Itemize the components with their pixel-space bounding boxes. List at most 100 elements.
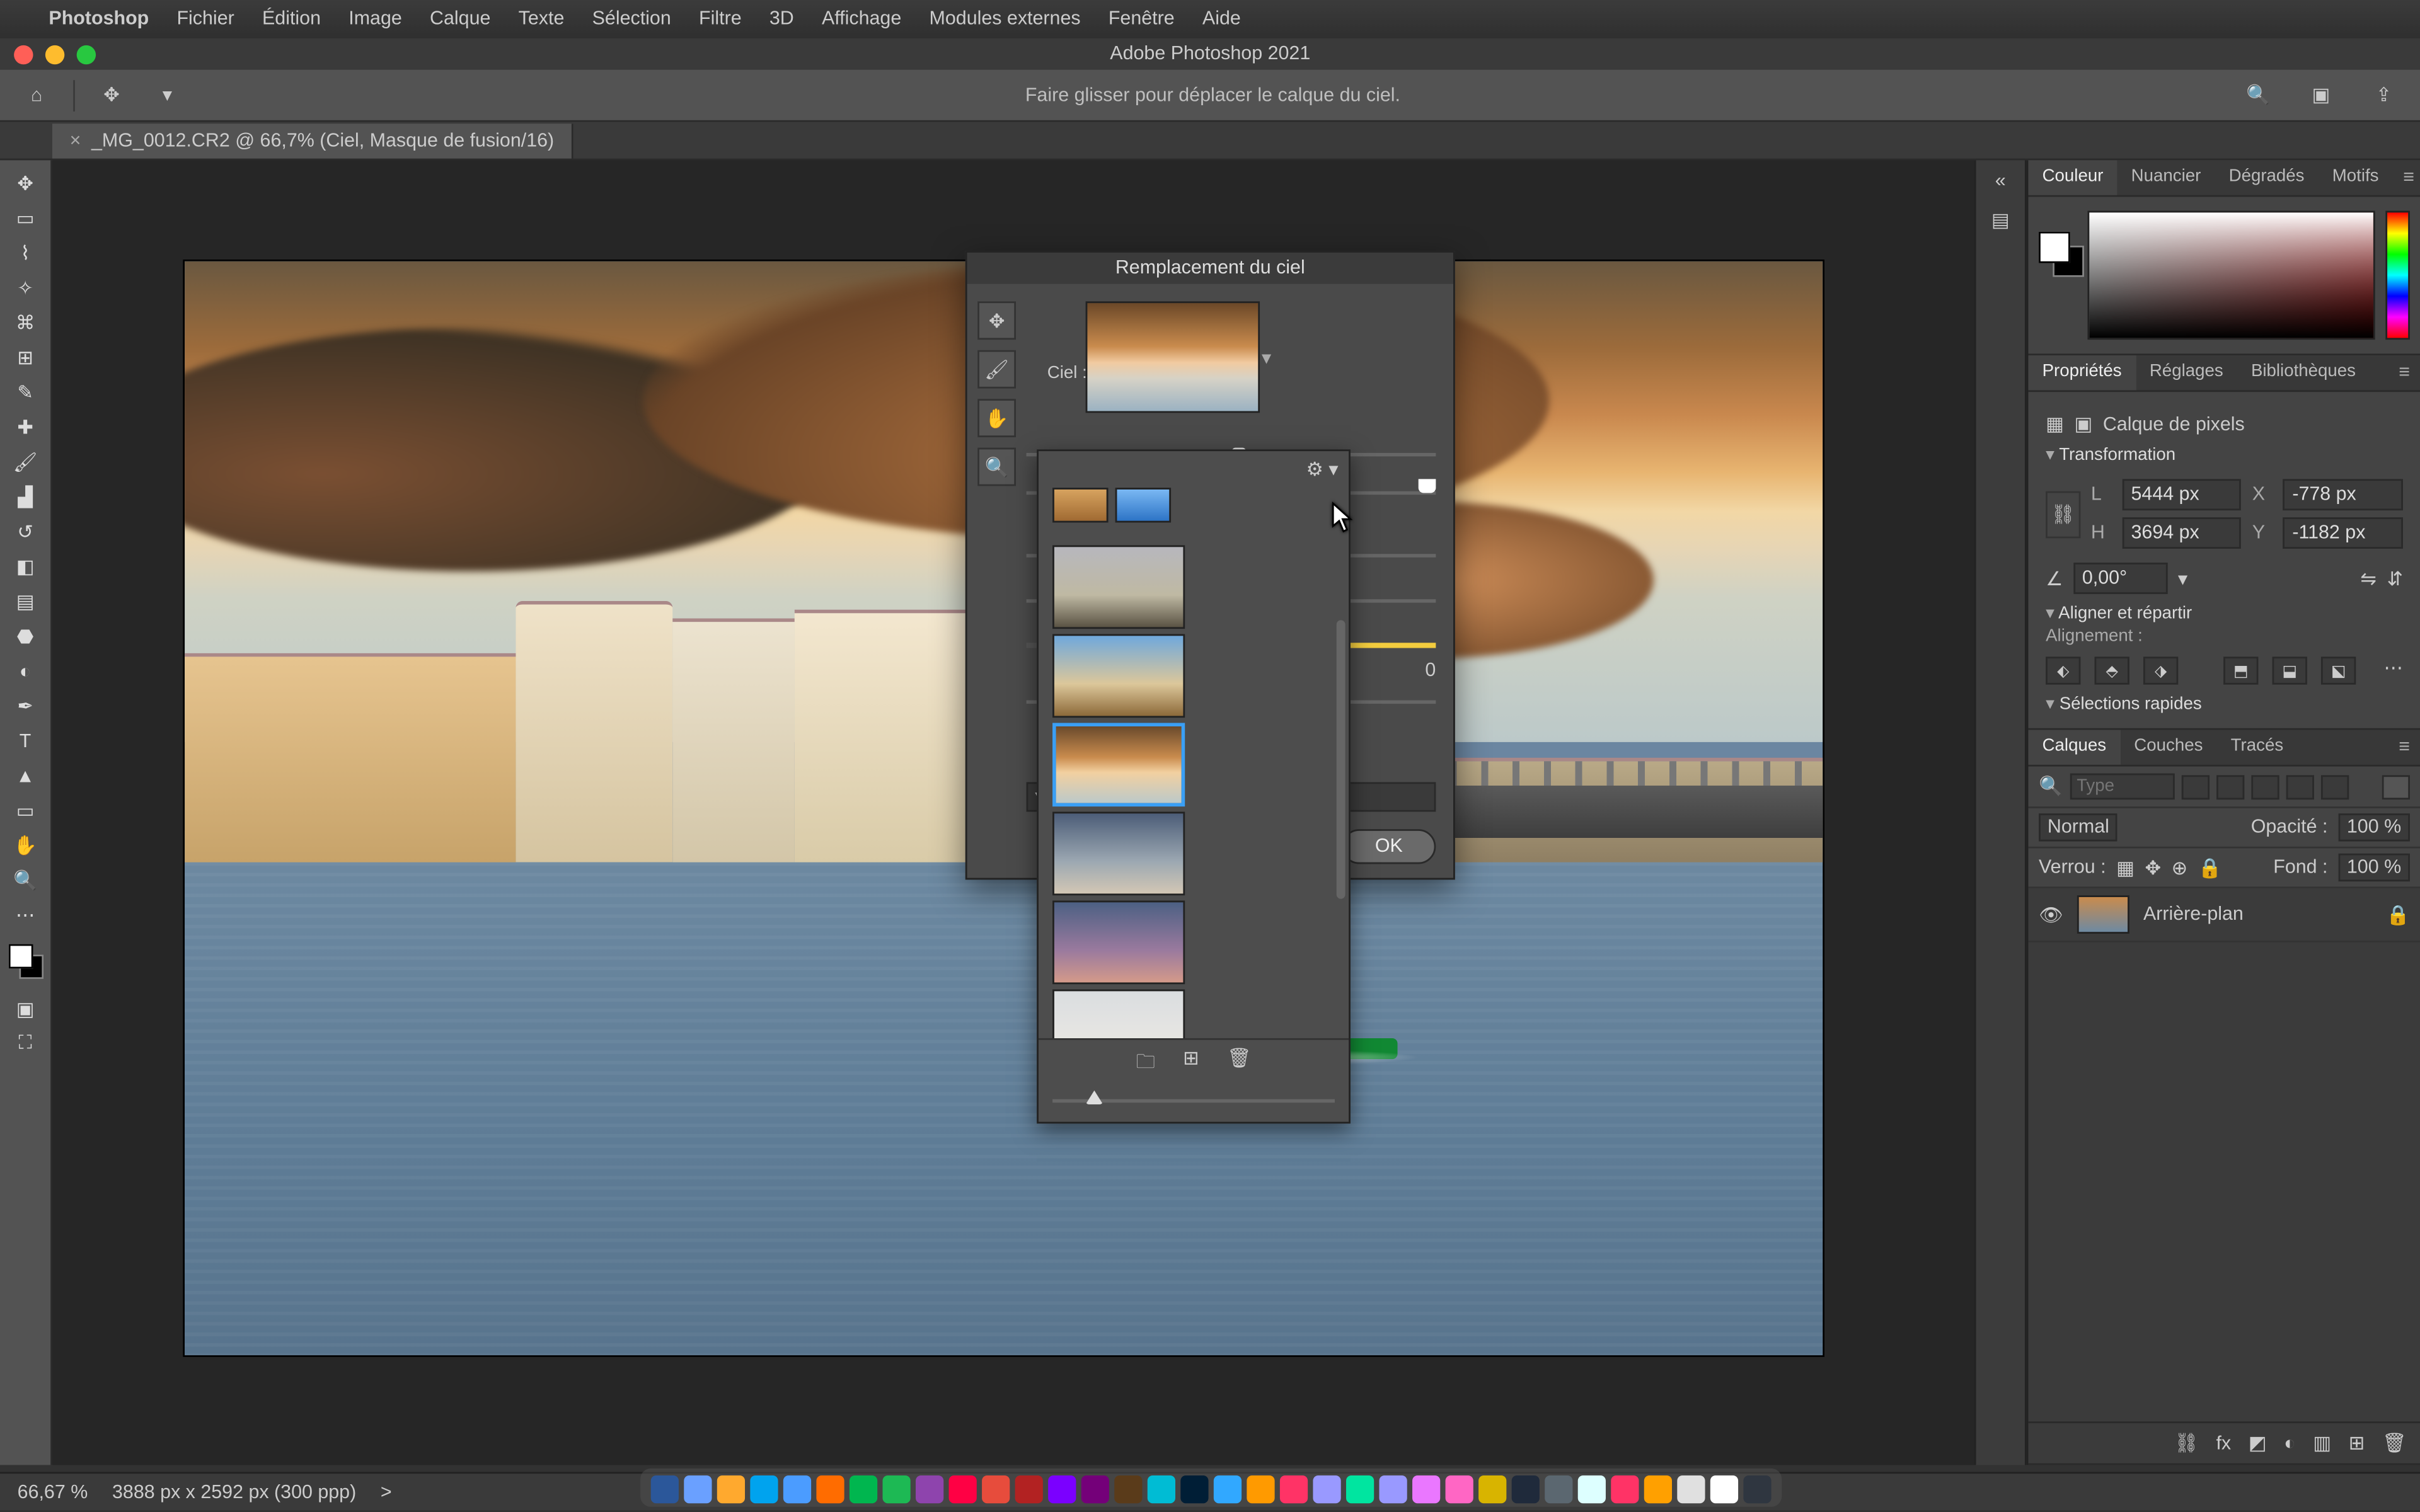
- expand-panels-icon[interactable]: «: [1995, 171, 2006, 192]
- stamp-tool[interactable]: ▟: [3, 481, 48, 514]
- filter-pixel-icon[interactable]: [2181, 774, 2209, 799]
- search-icon[interactable]: 🔍: [2239, 76, 2278, 114]
- layer-name[interactable]: Arrière-plan: [2143, 904, 2244, 925]
- dock-app-icon[interactable]: [1412, 1475, 1439, 1503]
- history-brush-tool[interactable]: ↺: [3, 515, 48, 549]
- color-spectrum[interactable]: [2087, 211, 2375, 340]
- gradient-tool[interactable]: ▤: [3, 585, 48, 619]
- panel-menu-icon[interactable]: ≡: [2388, 355, 2420, 390]
- panel-menu-icon[interactable]: ≡: [2388, 730, 2420, 765]
- dock-app-icon[interactable]: [915, 1475, 943, 1503]
- panel-menu-icon[interactable]: ≡: [2393, 160, 2420, 195]
- lock-pixels-icon[interactable]: ▦: [2116, 856, 2135, 879]
- group-icon[interactable]: ▥: [2313, 1432, 2331, 1455]
- dock-app-icon[interactable]: [1511, 1475, 1538, 1503]
- sky-preset[interactable]: [1052, 811, 1185, 895]
- align-center-v[interactable]: ⬓: [2273, 656, 2307, 684]
- sky-preset-selected[interactable]: [1052, 723, 1185, 806]
- menu-image[interactable]: Image: [349, 9, 402, 30]
- section-align[interactable]: Aligner et répartir: [2046, 604, 2403, 623]
- dock-app-icon[interactable]: [882, 1475, 909, 1503]
- dock-app-icon[interactable]: [650, 1475, 677, 1503]
- menu-plugins[interactable]: Modules externes: [930, 9, 1081, 30]
- lock-icon[interactable]: 🔒: [2386, 903, 2410, 926]
- tab-color[interactable]: Couleur: [2028, 160, 2117, 195]
- sky-brush-tool[interactable]: 🖌: [977, 350, 1016, 389]
- align-left[interactable]: ⬖: [2046, 656, 2080, 684]
- dock-app-icon[interactable]: [1444, 1475, 1472, 1503]
- zoom-level[interactable]: 66,67 %: [18, 1482, 88, 1503]
- dodge-tool[interactable]: ◐: [3, 655, 48, 689]
- gear-icon[interactable]: ⚙ ▾: [1306, 458, 1338, 481]
- document-tab[interactable]: × _MG_0012.CR2 @ 66,7% (Ciel, Masque de …: [52, 123, 573, 158]
- menu-layer[interactable]: Calque: [430, 9, 490, 30]
- sky-move-tool[interactable]: ✥: [977, 301, 1016, 340]
- menu-filter[interactable]: Filtre: [699, 9, 742, 30]
- tab-gradients[interactable]: Dégradés: [2215, 160, 2318, 195]
- app-titlebar[interactable]: Adobe Photoshop 2021: [0, 38, 2420, 70]
- marquee-tool[interactable]: ▭: [3, 202, 48, 236]
- dock-app-icon[interactable]: [1709, 1475, 1737, 1503]
- workspace-icon[interactable]: ▣: [2302, 76, 2341, 114]
- dock-app-icon[interactable]: [1378, 1475, 1406, 1503]
- link-layers-icon[interactable]: ⛓: [2174, 1432, 2199, 1455]
- align-right[interactable]: ⬗: [2143, 656, 2178, 684]
- trash-icon[interactable]: 🗑: [2382, 1432, 2407, 1455]
- dock-app-icon[interactable]: [1577, 1475, 1605, 1503]
- category-blue[interactable]: [1115, 488, 1171, 522]
- crop-tool[interactable]: ⌘: [3, 307, 48, 340]
- scrollbar[interactable]: [1337, 620, 1345, 898]
- dock-app-icon[interactable]: [1610, 1475, 1638, 1503]
- sky-presets-popover[interactable]: ⚙ ▾ 🗀 ⊞ 🗑: [1037, 449, 1351, 1123]
- path-select-tool[interactable]: ▲: [3, 760, 48, 793]
- section-transform[interactable]: Transformation: [2046, 446, 2403, 465]
- new-layer-icon[interactable]: ⊞: [2349, 1432, 2365, 1455]
- dock-app-icon[interactable]: [1478, 1475, 1506, 1503]
- filter-adjust-icon[interactable]: [2216, 774, 2244, 799]
- sky-preset[interactable]: [1052, 901, 1185, 985]
- dock-app-icon[interactable]: [1544, 1475, 1572, 1503]
- dock-app-icon[interactable]: [1743, 1475, 1770, 1503]
- folder-icon[interactable]: 🗀: [1136, 1047, 1155, 1080]
- zoom-tool[interactable]: 🔍: [3, 864, 48, 897]
- quick-mask-toggle[interactable]: ▣: [3, 993, 48, 1026]
- menu-window[interactable]: Fenêtre: [1109, 9, 1175, 30]
- move-tool-icon[interactable]: ✥: [93, 76, 131, 114]
- y-field[interactable]: -1182 px: [2283, 517, 2402, 549]
- menu-select[interactable]: Sélection: [592, 9, 671, 30]
- type-tool[interactable]: T: [3, 724, 48, 758]
- close-window[interactable]: [14, 45, 33, 64]
- eyedropper-tool[interactable]: ✎: [3, 376, 48, 410]
- dock-app-icon[interactable]: [683, 1475, 711, 1503]
- tab-layers[interactable]: Calques: [2028, 730, 2120, 765]
- dock-app-icon[interactable]: [1080, 1475, 1108, 1503]
- dock-app-icon[interactable]: [1246, 1475, 1274, 1503]
- sky-preset[interactable]: [1052, 634, 1185, 718]
- eraser-tool[interactable]: ◧: [3, 551, 48, 584]
- sky-hand-tool[interactable]: ✋: [977, 399, 1016, 437]
- visibility-toggle[interactable]: 👁: [2039, 903, 2063, 926]
- dock-app-icon[interactable]: [782, 1475, 810, 1503]
- width-field[interactable]: 5444 px: [2123, 479, 2242, 510]
- sky-preview-dropdown[interactable]: ▾: [1086, 301, 1260, 413]
- dock-app-icon[interactable]: [1047, 1475, 1075, 1503]
- layer-filter-input[interactable]: [2070, 774, 2174, 799]
- dock-app-icon[interactable]: [716, 1475, 744, 1503]
- screen-mode-toggle[interactable]: ⛶: [3, 1028, 48, 1061]
- doc-info[interactable]: 3888 px x 2592 px (300 ppp): [112, 1482, 356, 1503]
- tab-swatches[interactable]: Nuancier: [2118, 160, 2215, 195]
- filter-search-icon[interactable]: 🔍: [2039, 775, 2063, 798]
- info-chevron-icon[interactable]: >: [381, 1482, 392, 1503]
- fg-bg-swatch[interactable]: [8, 944, 42, 979]
- filter-shape-icon[interactable]: [2286, 774, 2313, 799]
- macos-menubar[interactable]: Photoshop Fichier Édition Image Calque T…: [0, 0, 2420, 38]
- link-wh-icon[interactable]: ⛓: [2046, 490, 2080, 537]
- close-tab-icon[interactable]: ×: [70, 130, 81, 151]
- tab-adjustments[interactable]: Réglages: [2136, 355, 2237, 390]
- thumbnail-size-slider[interactable]: [1052, 1091, 1335, 1111]
- tab-channels[interactable]: Couches: [2120, 730, 2216, 765]
- home-button[interactable]: ⌂: [18, 76, 56, 114]
- hand-tool[interactable]: ✋: [3, 829, 48, 862]
- lock-artboard-icon[interactable]: ⊕: [2172, 856, 2187, 879]
- blend-mode-dropdown[interactable]: Normal: [2039, 813, 2118, 841]
